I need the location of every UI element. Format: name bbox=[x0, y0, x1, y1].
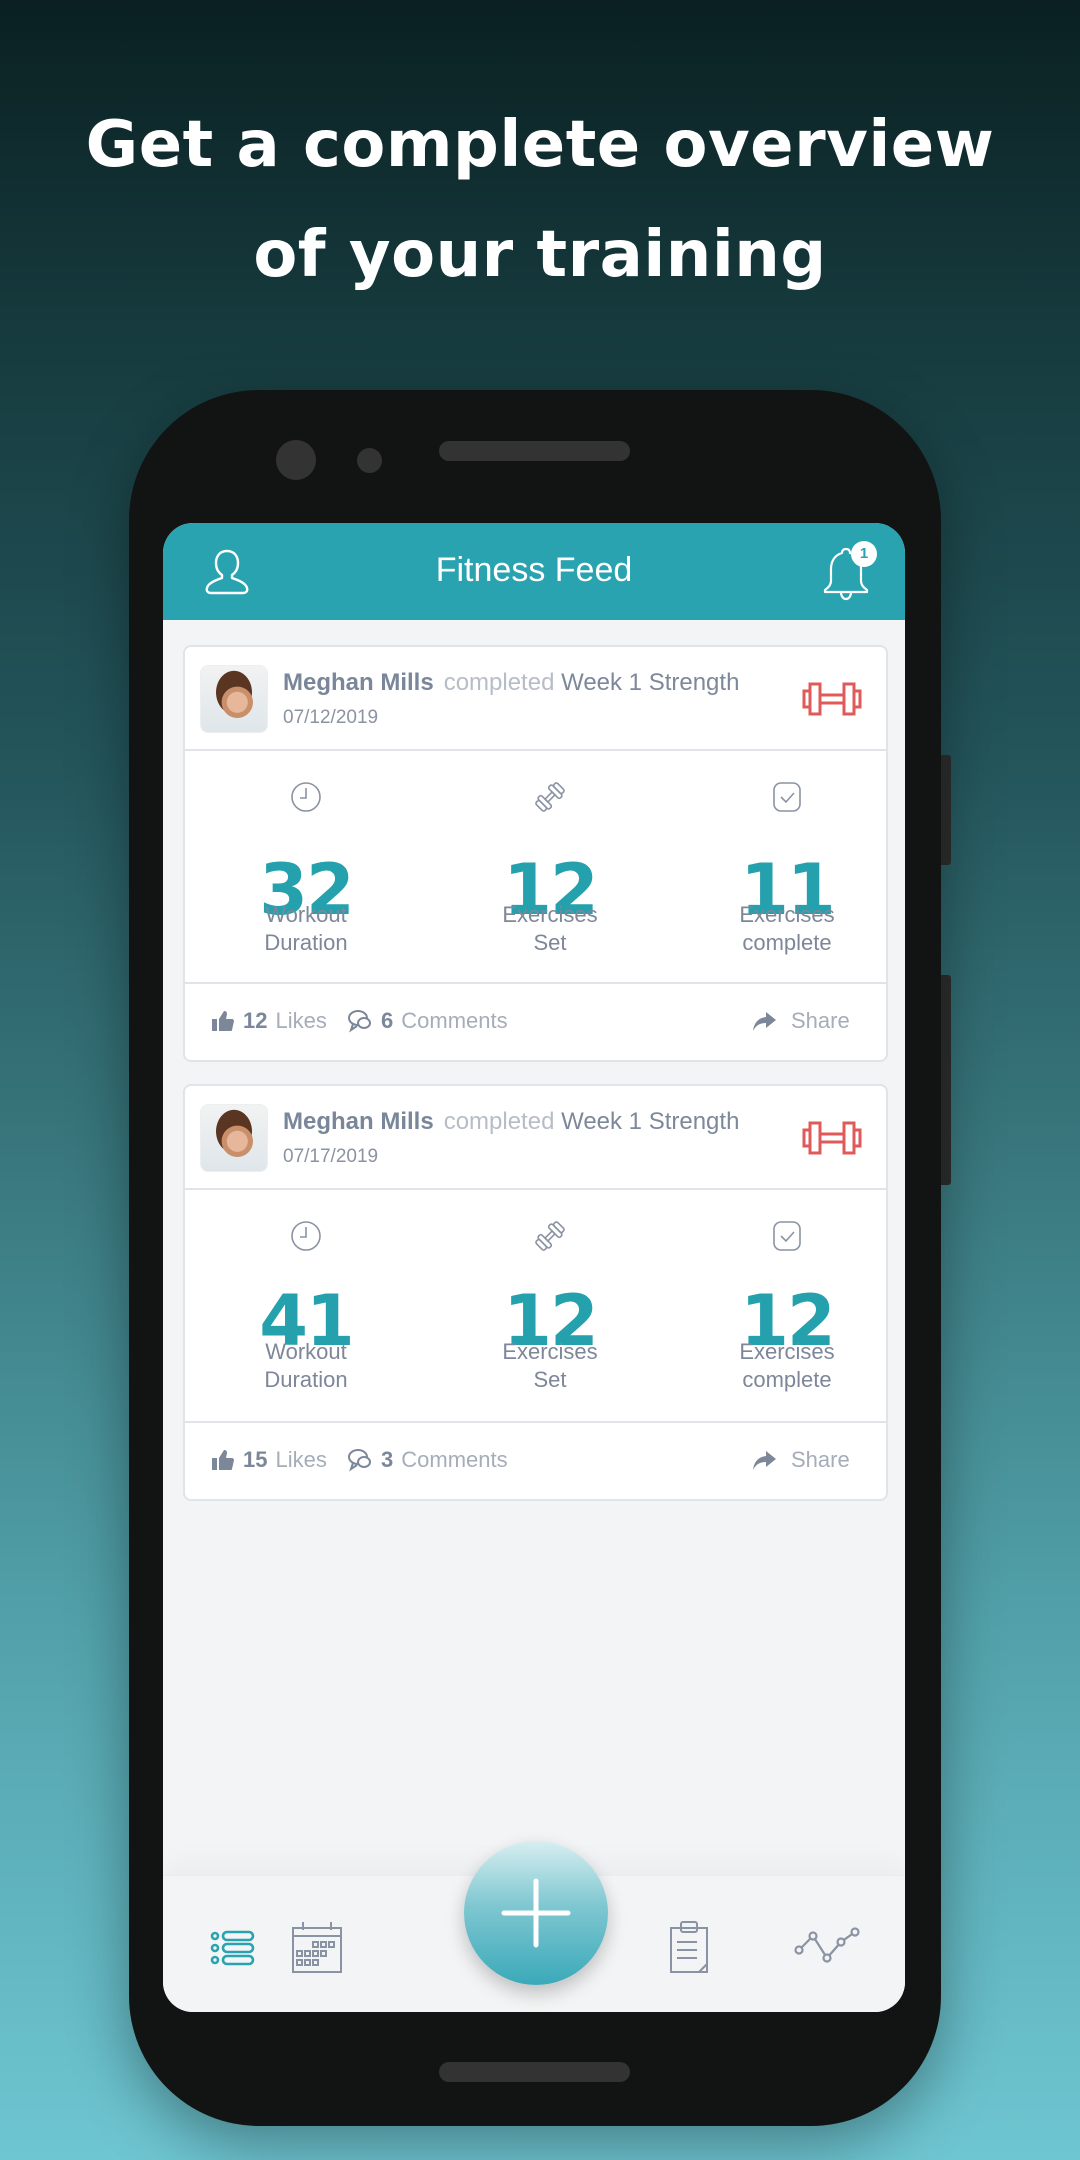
like-button[interactable]: 15 Likes bbox=[211, 1447, 327, 1473]
avatar[interactable] bbox=[200, 1104, 268, 1172]
app-screen: Fitness Feed 1 Meghan Mills completed Wee… bbox=[163, 523, 905, 2012]
stat-label: Exercises complete bbox=[739, 902, 835, 955]
activity-date: 07/17/2019 bbox=[283, 1146, 379, 1167]
calendar-icon bbox=[292, 1922, 342, 1973]
promo-headline-line-1: Get a complete overview bbox=[85, 108, 995, 182]
share-label: Share bbox=[791, 1447, 850, 1472]
phone-volume-button bbox=[941, 755, 951, 865]
tab-plans[interactable] bbox=[657, 1916, 721, 1980]
dumbbell-icon bbox=[802, 682, 862, 716]
promo-headline-line-2: of your training bbox=[253, 218, 827, 292]
user-name[interactable]: Meghan Mills bbox=[283, 669, 434, 696]
stat-exercises-complete: 12 Exercises complete bbox=[687, 1190, 887, 1423]
dumbbell-icon bbox=[535, 782, 565, 812]
feed-card[interactable]: Meghan Mills completed Week 1 Strength 07… bbox=[183, 645, 888, 1062]
stat-exercises-complete: 11 Exercises complete bbox=[687, 751, 887, 984]
clock-icon bbox=[291, 1221, 321, 1251]
checkbox-icon bbox=[773, 1221, 801, 1251]
clipboard-icon bbox=[670, 1921, 708, 1973]
user-name[interactable]: Meghan Mills bbox=[283, 1108, 434, 1135]
app-header: Fitness Feed 1 bbox=[163, 523, 905, 620]
activity-summary: Meghan Mills completed Week 1 Strength bbox=[283, 669, 739, 697]
notification-badge: 1 bbox=[851, 541, 877, 567]
workout-stats: 32 Workout Duration 12 Exercises Set 11 Ex… bbox=[185, 751, 886, 984]
feed-card-actions: 12 Likes 6 Comments Share bbox=[185, 984, 886, 1062]
like-button[interactable]: 12 Likes bbox=[211, 1008, 327, 1034]
share-arrow-icon bbox=[753, 1012, 776, 1031]
comment-icon bbox=[348, 1449, 371, 1472]
workout-stats: 41 Workout Duration 12 Exercises Set 12 Ex… bbox=[185, 1190, 886, 1423]
line-chart-icon bbox=[794, 1927, 860, 1963]
workout-name[interactable]: Week 1 Strength bbox=[561, 669, 739, 696]
share-button[interactable]: Share bbox=[751, 1447, 850, 1473]
likes-count: 15 bbox=[243, 1447, 268, 1472]
feed-card-actions: 15 Likes 3 Comments Share bbox=[185, 1423, 886, 1501]
feed-card-header: Meghan Mills completed Week 1 Strength 07… bbox=[185, 647, 886, 751]
comments-count: 3 bbox=[381, 1447, 394, 1472]
comments-button[interactable]: 3 Comments bbox=[347, 1447, 508, 1473]
comments-count: 6 bbox=[381, 1008, 394, 1033]
dumbbell-icon bbox=[535, 1221, 565, 1251]
thumbs-up-icon bbox=[212, 1011, 234, 1031]
avatar[interactable] bbox=[200, 665, 268, 733]
list-icon bbox=[210, 1930, 255, 1966]
likes-count: 12 bbox=[243, 1008, 268, 1033]
tab-calendar[interactable] bbox=[285, 1916, 349, 1980]
stat-label: Workout Duration bbox=[264, 1339, 348, 1392]
activity-date: 07/12/2019 bbox=[283, 707, 379, 728]
stat-workout-duration: 41 Workout Duration bbox=[206, 1190, 406, 1423]
stat-workout-duration: 32 Workout Duration bbox=[206, 751, 406, 984]
comments-button[interactable]: 6 Comments bbox=[347, 1008, 508, 1034]
clock-icon bbox=[291, 782, 321, 812]
stat-label: Exercises Set bbox=[502, 1339, 598, 1392]
stat-label: Workout Duration bbox=[264, 902, 348, 955]
add-workout-button[interactable] bbox=[464, 1841, 608, 1985]
phone-sensor bbox=[357, 448, 382, 473]
likes-label: Likes bbox=[275, 1447, 327, 1472]
comments-label: Comments bbox=[401, 1008, 508, 1033]
checkbox-icon bbox=[773, 782, 801, 812]
comment-icon bbox=[348, 1010, 371, 1033]
thumbs-up-icon bbox=[212, 1450, 234, 1470]
comments-label: Comments bbox=[401, 1447, 508, 1472]
phone-bottom-speaker bbox=[439, 2062, 630, 2082]
activity-verb: completed bbox=[443, 1108, 555, 1135]
activity-verb: completed bbox=[443, 669, 555, 696]
stat-exercises-set: 12 Exercises Set bbox=[450, 751, 650, 984]
likes-label: Likes bbox=[275, 1008, 327, 1033]
dumbbell-icon bbox=[802, 1121, 862, 1155]
workout-name[interactable]: Week 1 Strength bbox=[561, 1108, 739, 1135]
feed-card-header: Meghan Mills completed Week 1 Strength 07… bbox=[185, 1086, 886, 1190]
stat-exercises-set: 12 Exercises Set bbox=[450, 1190, 650, 1423]
stat-label: Exercises Set bbox=[502, 902, 598, 955]
tab-feed[interactable] bbox=[203, 1916, 267, 1980]
share-arrow-icon bbox=[753, 1451, 776, 1470]
phone-earpiece bbox=[439, 441, 630, 461]
activity-summary: Meghan Mills completed Week 1 Strength bbox=[283, 1108, 739, 1136]
app-title: Fitness Feed bbox=[435, 551, 633, 589]
phone-power-button bbox=[941, 975, 951, 1185]
share-button[interactable]: Share bbox=[751, 1008, 850, 1034]
share-label: Share bbox=[791, 1008, 850, 1033]
plus-icon bbox=[501, 1878, 571, 1948]
stat-label: Exercises complete bbox=[739, 1339, 835, 1392]
phone-camera bbox=[276, 440, 316, 480]
tab-progress[interactable] bbox=[793, 1916, 860, 1980]
feed-card[interactable]: Meghan Mills completed Week 1 Strength 07… bbox=[183, 1084, 888, 1501]
